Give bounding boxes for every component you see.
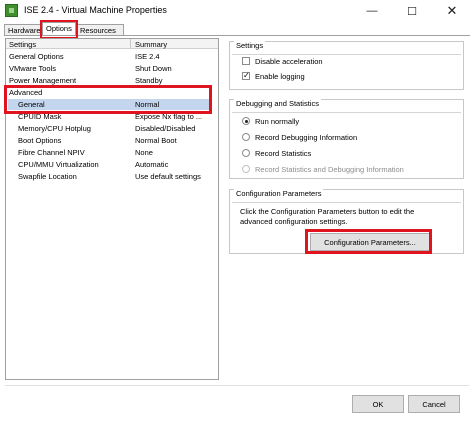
configuration-parameters-description: Click the Configuration Parameters butto… (240, 207, 415, 226)
list-item-general-selected[interactable]: General Normal (8, 99, 212, 110)
enable-logging-label: Enable logging (255, 72, 305, 81)
settings-column-header[interactable]: Settings (9, 40, 36, 49)
summary-column-header[interactable]: Summary (135, 40, 167, 49)
close-button[interactable]: ✕ (432, 0, 472, 22)
group-divider (232, 112, 461, 113)
list-item[interactable]: Memory/CPU Hotplug Disabled/Disabled (6, 123, 218, 134)
vm-app-icon (5, 4, 18, 17)
tab-divider (4, 35, 470, 36)
disable-acceleration-checkbox[interactable] (242, 57, 250, 65)
run-normally-label: Run normally (255, 117, 300, 126)
record-statistics-label: Record Statistics (255, 149, 312, 158)
group-divider (232, 202, 461, 203)
record-debugging-radio[interactable] (242, 133, 250, 141)
debugging-group-title: Debugging and Statistics (234, 99, 321, 108)
list-item[interactable]: General Options ISE 2.4 (6, 51, 218, 62)
cancel-button[interactable]: Cancel (408, 395, 460, 413)
group-divider (232, 54, 461, 55)
list-header: Settings Summary (6, 39, 218, 49)
record-debugging-label: Record Debugging Information (255, 133, 358, 142)
configuration-parameters-title: Configuration Parameters (234, 189, 324, 198)
list-item[interactable]: CPUID Mask Expose Nx flag to ... (6, 111, 218, 122)
record-stats-and-debug-label: Record Statistics and Debugging Informat… (255, 165, 404, 174)
list-item[interactable]: CPU/MMU Virtualization Automatic (6, 159, 218, 170)
tab-options[interactable]: Options (42, 22, 76, 36)
settings-group-title: Settings (234, 41, 266, 50)
list-item[interactable]: Fibre Channel NPIV None (6, 147, 218, 158)
minimize-button[interactable]: — (352, 0, 392, 22)
column-separator[interactable] (130, 39, 131, 49)
enable-logging-checkbox[interactable]: ✓ (242, 72, 250, 80)
list-item[interactable]: Boot Options Normal Boot (6, 135, 218, 146)
settings-group: Settings Disable acceleration ✓ Enable l… (229, 41, 464, 90)
ok-button[interactable]: OK (352, 395, 404, 413)
settings-list[interactable]: Settings Summary General Options ISE 2.4… (5, 38, 219, 380)
checkmark-icon: ✓ (243, 71, 250, 80)
list-item[interactable]: Swapfile Location Use default settings (6, 171, 218, 182)
title-bar: ISE 2.4 - Virtual Machine Properties — ☐… (0, 0, 474, 22)
list-item[interactable]: Power Management Standby (6, 75, 218, 86)
configuration-parameters-group: Configuration Parameters Click the Confi… (229, 189, 464, 254)
configuration-parameters-button[interactable]: Configuration Parameters... (310, 233, 430, 251)
disable-acceleration-label: Disable acceleration (255, 57, 323, 66)
record-stats-and-debug-radio (242, 165, 250, 173)
list-item[interactable]: VMware Tools Shut Down (6, 63, 218, 74)
window-title: ISE 2.4 - Virtual Machine Properties (24, 5, 167, 15)
debugging-group: Debugging and Statistics Run normally Re… (229, 99, 464, 179)
run-normally-radio[interactable] (242, 117, 250, 125)
list-item-advanced[interactable]: Advanced (6, 87, 218, 98)
footer-divider (5, 385, 469, 386)
maximize-button[interactable]: ☐ (392, 0, 432, 22)
record-statistics-radio[interactable] (242, 149, 250, 157)
